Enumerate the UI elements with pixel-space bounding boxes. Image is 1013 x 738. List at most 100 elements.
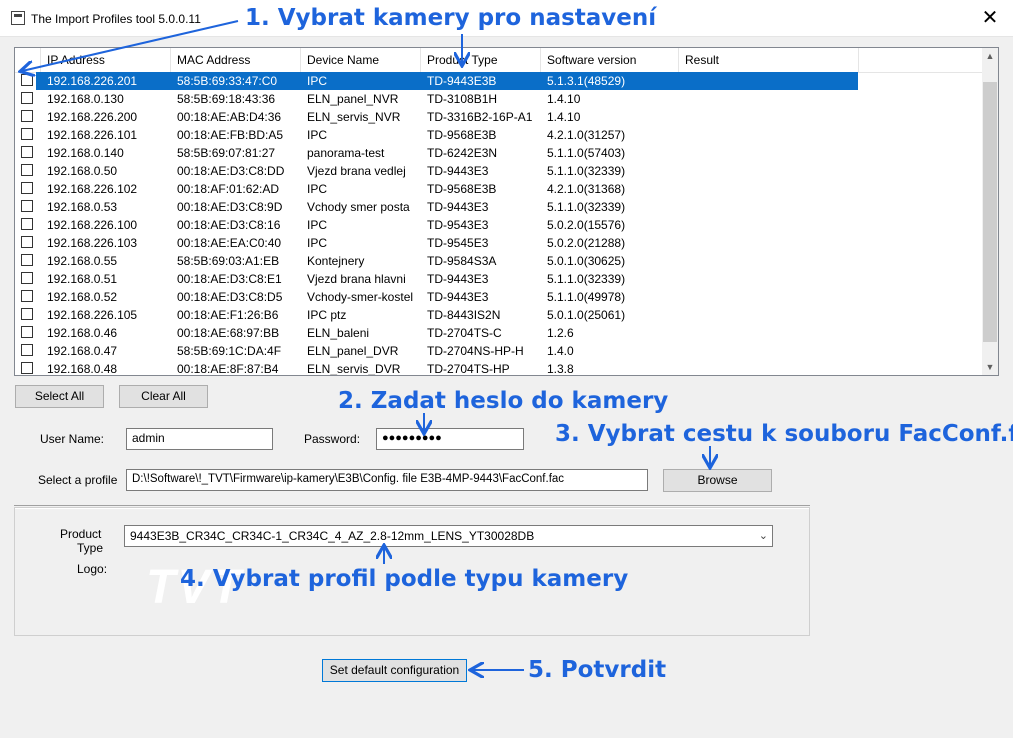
cell-ip: 192.168.0.51 — [47, 272, 118, 286]
table-row[interactable]: 192.168.0.47 58:5B:69:1C:DA:4F ELN_panel_D… — [15, 342, 983, 360]
cell-type: TD-9443E3 — [427, 272, 489, 286]
cell-type: TD-9568E3B — [427, 182, 497, 196]
cell-name: Kontejnery — [307, 254, 365, 268]
close-button[interactable]: ✕ — [967, 0, 1013, 36]
annotation-step3: 3. Vybrat cestu k souboru FacConf.fac — [555, 421, 1013, 447]
table-row[interactable]: 192.168.0.50 00:18:AE:D3:C8:DD Vjezd brana… — [15, 162, 983, 180]
cell-sw: 4.2.1.0(31257) — [547, 128, 626, 142]
cell-result — [679, 198, 685, 216]
table-row[interactable]: 192.168.226.105 00:18:AE:F1:26:B6 IPC ptz T… — [15, 306, 983, 324]
cell-type: TD-3108B1H — [427, 92, 498, 106]
row-checkbox[interactable] — [21, 236, 33, 248]
cell-mac: 00:18:AE:D3:C8:16 — [177, 218, 281, 232]
cell-type: TD-9584S3A — [427, 254, 497, 268]
cell-ip: 192.168.226.103 — [47, 236, 138, 250]
row-checkbox[interactable] — [21, 362, 33, 374]
table-row[interactable]: 192.168.0.52 00:18:AE:D3:C8:D5 Vchody-smer… — [15, 288, 983, 306]
table-row[interactable]: 192.168.226.102 00:18:AF:01:62:AD IPC TD-95… — [15, 180, 983, 198]
user-name-input[interactable]: admin — [126, 428, 273, 450]
vertical-scrollbar[interactable]: ▲ ▼ — [982, 48, 998, 375]
cell-name: IPC ptz — [307, 308, 347, 322]
annotation-step2: 2. Zadat heslo do kamery — [338, 388, 669, 414]
row-checkbox[interactable] — [21, 344, 33, 356]
password-input[interactable]: ●●●●●●●●● — [376, 428, 524, 450]
cell-sw: 5.0.2.0(15576) — [547, 218, 626, 232]
scroll-down-icon[interactable]: ▼ — [982, 359, 998, 375]
select-all-button[interactable]: Select All — [15, 385, 104, 408]
cell-type: TD-2704TS-HP — [427, 362, 510, 376]
cell-name: ELN_servis_DVR — [307, 362, 401, 376]
row-checkbox[interactable] — [21, 290, 33, 302]
window-title: The Import Profiles tool 5.0.0.11 — [31, 12, 201, 26]
cell-name: IPC — [307, 236, 328, 250]
cell-ip: 192.168.0.130 — [47, 92, 124, 106]
row-checkbox[interactable] — [21, 182, 33, 194]
profile-path-input[interactable]: D:\!Software\!_TVT\Firmware\ip-kamery\E3… — [126, 469, 648, 491]
browse-button[interactable]: Browse — [663, 469, 772, 492]
table-row[interactable]: 192.168.226.201 58:5B:69:33:47:C0 IPC TD-94… — [15, 72, 983, 90]
scroll-up-icon[interactable]: ▲ — [982, 48, 998, 64]
cell-mac: 00:18:AF:01:62:AD — [177, 182, 280, 196]
cell-type: TD-8443IS2N — [427, 308, 501, 322]
header-device-name[interactable]: Device Name — [301, 48, 421, 72]
cell-name: IPC — [307, 74, 328, 88]
table-row[interactable]: 192.168.226.100 00:18:AE:D3:C8:16 IPC TD-95… — [15, 216, 983, 234]
cell-mac: 00:18:AE:FB:BD:A5 — [177, 128, 284, 142]
table-row[interactable]: 192.168.226.103 00:18:AE:EA:C0:40 IPC TD-95… — [15, 234, 983, 252]
cell-ip: 192.168.226.200 — [47, 110, 138, 124]
row-checkbox[interactable] — [21, 146, 33, 158]
scrollbar-thumb[interactable] — [983, 82, 997, 342]
cell-ip: 192.168.226.105 — [47, 308, 138, 322]
header-ip-address[interactable]: IP Address — [41, 48, 171, 72]
row-checkbox[interactable] — [21, 218, 33, 230]
product-type-selected-value: 9443E3B_CR34C_CR34C-1_CR34C_4_AZ_2.8-12m… — [130, 529, 535, 543]
cell-sw: 1.4.0 — [547, 344, 574, 358]
table-row[interactable]: 192.168.0.55 58:5B:69:03:A1:EB Kontejnery T… — [15, 252, 983, 270]
row-checkbox[interactable] — [21, 308, 33, 320]
table-row[interactable]: 192.168.0.51 00:18:AE:D3:C8:E1 Vjezd brana… — [15, 270, 983, 288]
cell-mac: 00:18:AE:D3:C8:D5 — [177, 290, 283, 304]
row-checkbox[interactable] — [21, 200, 33, 212]
cell-name: Vjezd brana hlavni — [307, 272, 406, 286]
cell-sw: 4.2.1.0(31368) — [547, 182, 626, 196]
cell-result — [679, 252, 685, 270]
cell-result — [679, 126, 685, 144]
cell-sw: 5.1.1.0(32339) — [547, 164, 626, 178]
table-row[interactable]: 192.168.0.48 00:18:AE:8F:87:B4 ELN_servis_… — [15, 360, 983, 376]
product-type-select[interactable]: 9443E3B_CR34C_CR34C-1_CR34C_4_AZ_2.8-12m… — [124, 525, 773, 547]
header-result[interactable]: Result — [679, 48, 859, 72]
row-checkbox[interactable] — [21, 74, 33, 86]
row-checkbox[interactable] — [21, 254, 33, 266]
cell-sw: 5.0.2.0(21288) — [547, 236, 626, 250]
cell-result — [679, 306, 685, 324]
row-checkbox[interactable] — [21, 326, 33, 338]
table-row[interactable]: 192.168.0.140 58:5B:69:07:81:27 panorama-t… — [15, 144, 983, 162]
set-default-configuration-button[interactable]: Set default configuration — [322, 659, 467, 682]
cell-ip: 192.168.0.52 — [47, 290, 118, 304]
row-checkbox[interactable] — [21, 272, 33, 284]
table-row[interactable]: 192.168.0.46 00:18:AE:68:97:BB ELN_baleni T… — [15, 324, 983, 342]
header-software-version[interactable]: Software version — [541, 48, 679, 72]
row-checkbox[interactable] — [21, 164, 33, 176]
clear-all-button[interactable]: Clear All — [119, 385, 208, 408]
table-row[interactable]: 192.168.226.200 00:18:AE:AB:D4:36 ELN_serv… — [15, 108, 983, 126]
cell-ip: 192.168.0.50 — [47, 164, 118, 178]
row-checkbox[interactable] — [21, 128, 33, 140]
row-checkbox[interactable] — [21, 92, 33, 104]
cell-type: TD-9568E3B — [427, 128, 497, 142]
cell-name: ELN_baleni — [307, 326, 370, 340]
cell-type: TD-2704NS-HP-H — [427, 344, 524, 358]
header-product-type[interactable]: Product Type — [421, 48, 541, 72]
cell-sw: 1.4.10 — [547, 92, 581, 106]
table-row[interactable]: 192.168.0.130 58:5B:69:18:43:36 ELN_panel_… — [15, 90, 983, 108]
cell-name: Vjezd brana vedlej — [307, 164, 406, 178]
device-table[interactable]: IP Address MAC Address Device Name Produ… — [14, 47, 999, 376]
header-mac-address[interactable]: MAC Address — [171, 48, 301, 72]
table-row[interactable]: 192.168.226.101 00:18:AE:FB:BD:A5 IPC TD-95… — [15, 126, 983, 144]
table-row[interactable]: 192.168.0.53 00:18:AE:D3:C8:9D Vchody smer… — [15, 198, 983, 216]
row-checkbox[interactable] — [21, 110, 33, 122]
cell-sw: 5.1.1.0(32339) — [547, 272, 626, 286]
cell-sw: 5.0.1.0(30625) — [547, 254, 626, 268]
cell-ip: 192.168.0.48 — [47, 362, 118, 376]
cell-result — [679, 216, 685, 234]
